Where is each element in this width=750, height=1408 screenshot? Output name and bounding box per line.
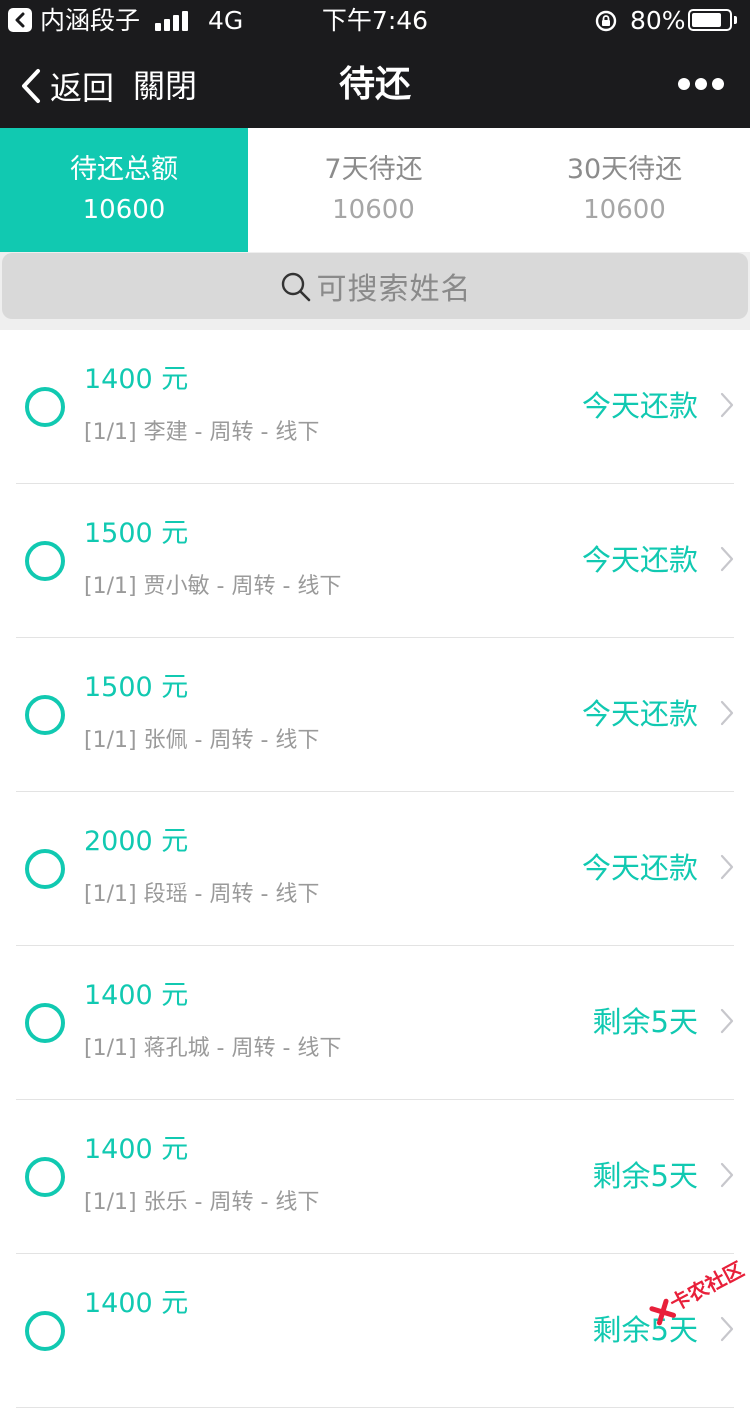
chevron-right-icon	[720, 392, 734, 418]
item-status: 今天还款	[581, 697, 698, 731]
chevron-right-icon	[720, 700, 734, 726]
search-placeholder: 可搜索姓名	[316, 272, 472, 307]
item-description: [1/1] 贾小敏 - 周转 - 线下	[84, 574, 342, 599]
search-icon	[281, 272, 310, 302]
item-description: [1/1] 张佩 - 周转 - 线下	[84, 728, 320, 753]
repayment-list: 1400 元 [1/1] 李建 - 周转 - 线下 今天还款 1500 元 [1…	[0, 330, 750, 1408]
select-circle-icon[interactable]	[25, 1311, 65, 1351]
battery-icon	[688, 9, 732, 31]
item-amount: 2000 元	[84, 826, 189, 857]
item-description: [1/1] 张乐 - 周转 - 线下	[84, 1190, 320, 1215]
tab-value: 10600	[332, 195, 415, 225]
search-bar: 可搜索姓名	[0, 252, 750, 330]
select-circle-icon[interactable]	[25, 849, 65, 889]
battery-level-fill	[692, 13, 721, 27]
chevron-right-icon	[720, 1162, 734, 1188]
tab-value: 10600	[583, 195, 666, 225]
item-status: 今天还款	[581, 543, 698, 577]
summary-tabs: 待还总额 10600 7天待还 10600 30天待还 10600	[0, 128, 750, 252]
rotation-lock-icon	[595, 10, 617, 32]
battery-tip	[734, 16, 737, 24]
item-amount: 1400 元	[84, 1134, 189, 1165]
list-item[interactable]: 1500 元 [1/1] 贾小敏 - 周转 - 线下 今天还款	[0, 484, 750, 638]
search-input[interactable]: 可搜索姓名	[2, 253, 748, 319]
list-item[interactable]: 2000 元 [1/1] 段瑶 - 周转 - 线下 今天还款	[0, 792, 750, 946]
battery-percent: 80%	[630, 6, 686, 35]
select-circle-icon[interactable]	[25, 1003, 65, 1043]
page-title: 待还	[338, 64, 411, 105]
item-description: [1/1] 李建 - 周转 - 线下	[84, 420, 320, 445]
item-description: [1/1] 蒋孔城 - 周转 - 线下	[84, 1036, 342, 1061]
more-options-icon[interactable]	[678, 78, 724, 92]
list-item[interactable]: 1400 元 [1/1] 李建 - 周转 - 线下 今天还款	[0, 330, 750, 484]
item-status: 今天还款	[581, 389, 698, 423]
select-circle-icon[interactable]	[25, 695, 65, 735]
chevron-right-icon	[720, 854, 734, 880]
status-bar: 内涵段子 4G 下午7:46 80%	[0, 0, 750, 42]
tab-label: 7天待还	[324, 154, 423, 185]
list-item[interactable]: 1400 元 [1/1] 张乐 - 周转 - 线下 剩余5天	[0, 1100, 750, 1254]
item-status: 今天还款	[581, 851, 698, 885]
watermark-text: 卡农社区	[665, 1256, 748, 1316]
select-circle-icon[interactable]	[25, 1157, 65, 1197]
item-amount: 1400 元	[84, 1288, 189, 1319]
item-amount: 1500 元	[84, 518, 189, 549]
tab-label: 30天待还	[566, 154, 683, 185]
list-item[interactable]: 1400 元 [1/1] 蒋孔城 - 周转 - 线下 剩余5天	[0, 946, 750, 1100]
tab-label: 待还总额	[70, 154, 178, 185]
chevron-right-icon	[720, 1008, 734, 1034]
item-amount: 1500 元	[84, 672, 189, 703]
tab-7-days-due[interactable]: 7天待还 10600	[248, 128, 499, 252]
item-status: 剩余5天	[592, 1005, 698, 1039]
item-description: [1/1] 段瑶 - 周转 - 线下	[84, 882, 320, 907]
list-item[interactable]: 1500 元 [1/1] 张佩 - 周转 - 线下 今天还款	[0, 638, 750, 792]
tab-30-days-due[interactable]: 30天待还 10600	[499, 128, 750, 252]
tab-value: 10600	[82, 195, 166, 225]
item-status: 剩余5天	[592, 1159, 698, 1193]
select-circle-icon[interactable]	[25, 387, 65, 427]
tab-total-due[interactable]: 待还总额 10600	[0, 128, 248, 252]
navigation-bar: 返回 關閉 待还	[0, 42, 750, 128]
item-amount: 1400 元	[84, 364, 189, 395]
item-amount: 1400 元	[84, 980, 189, 1011]
chevron-right-icon	[720, 546, 734, 572]
select-circle-icon[interactable]	[25, 541, 65, 581]
